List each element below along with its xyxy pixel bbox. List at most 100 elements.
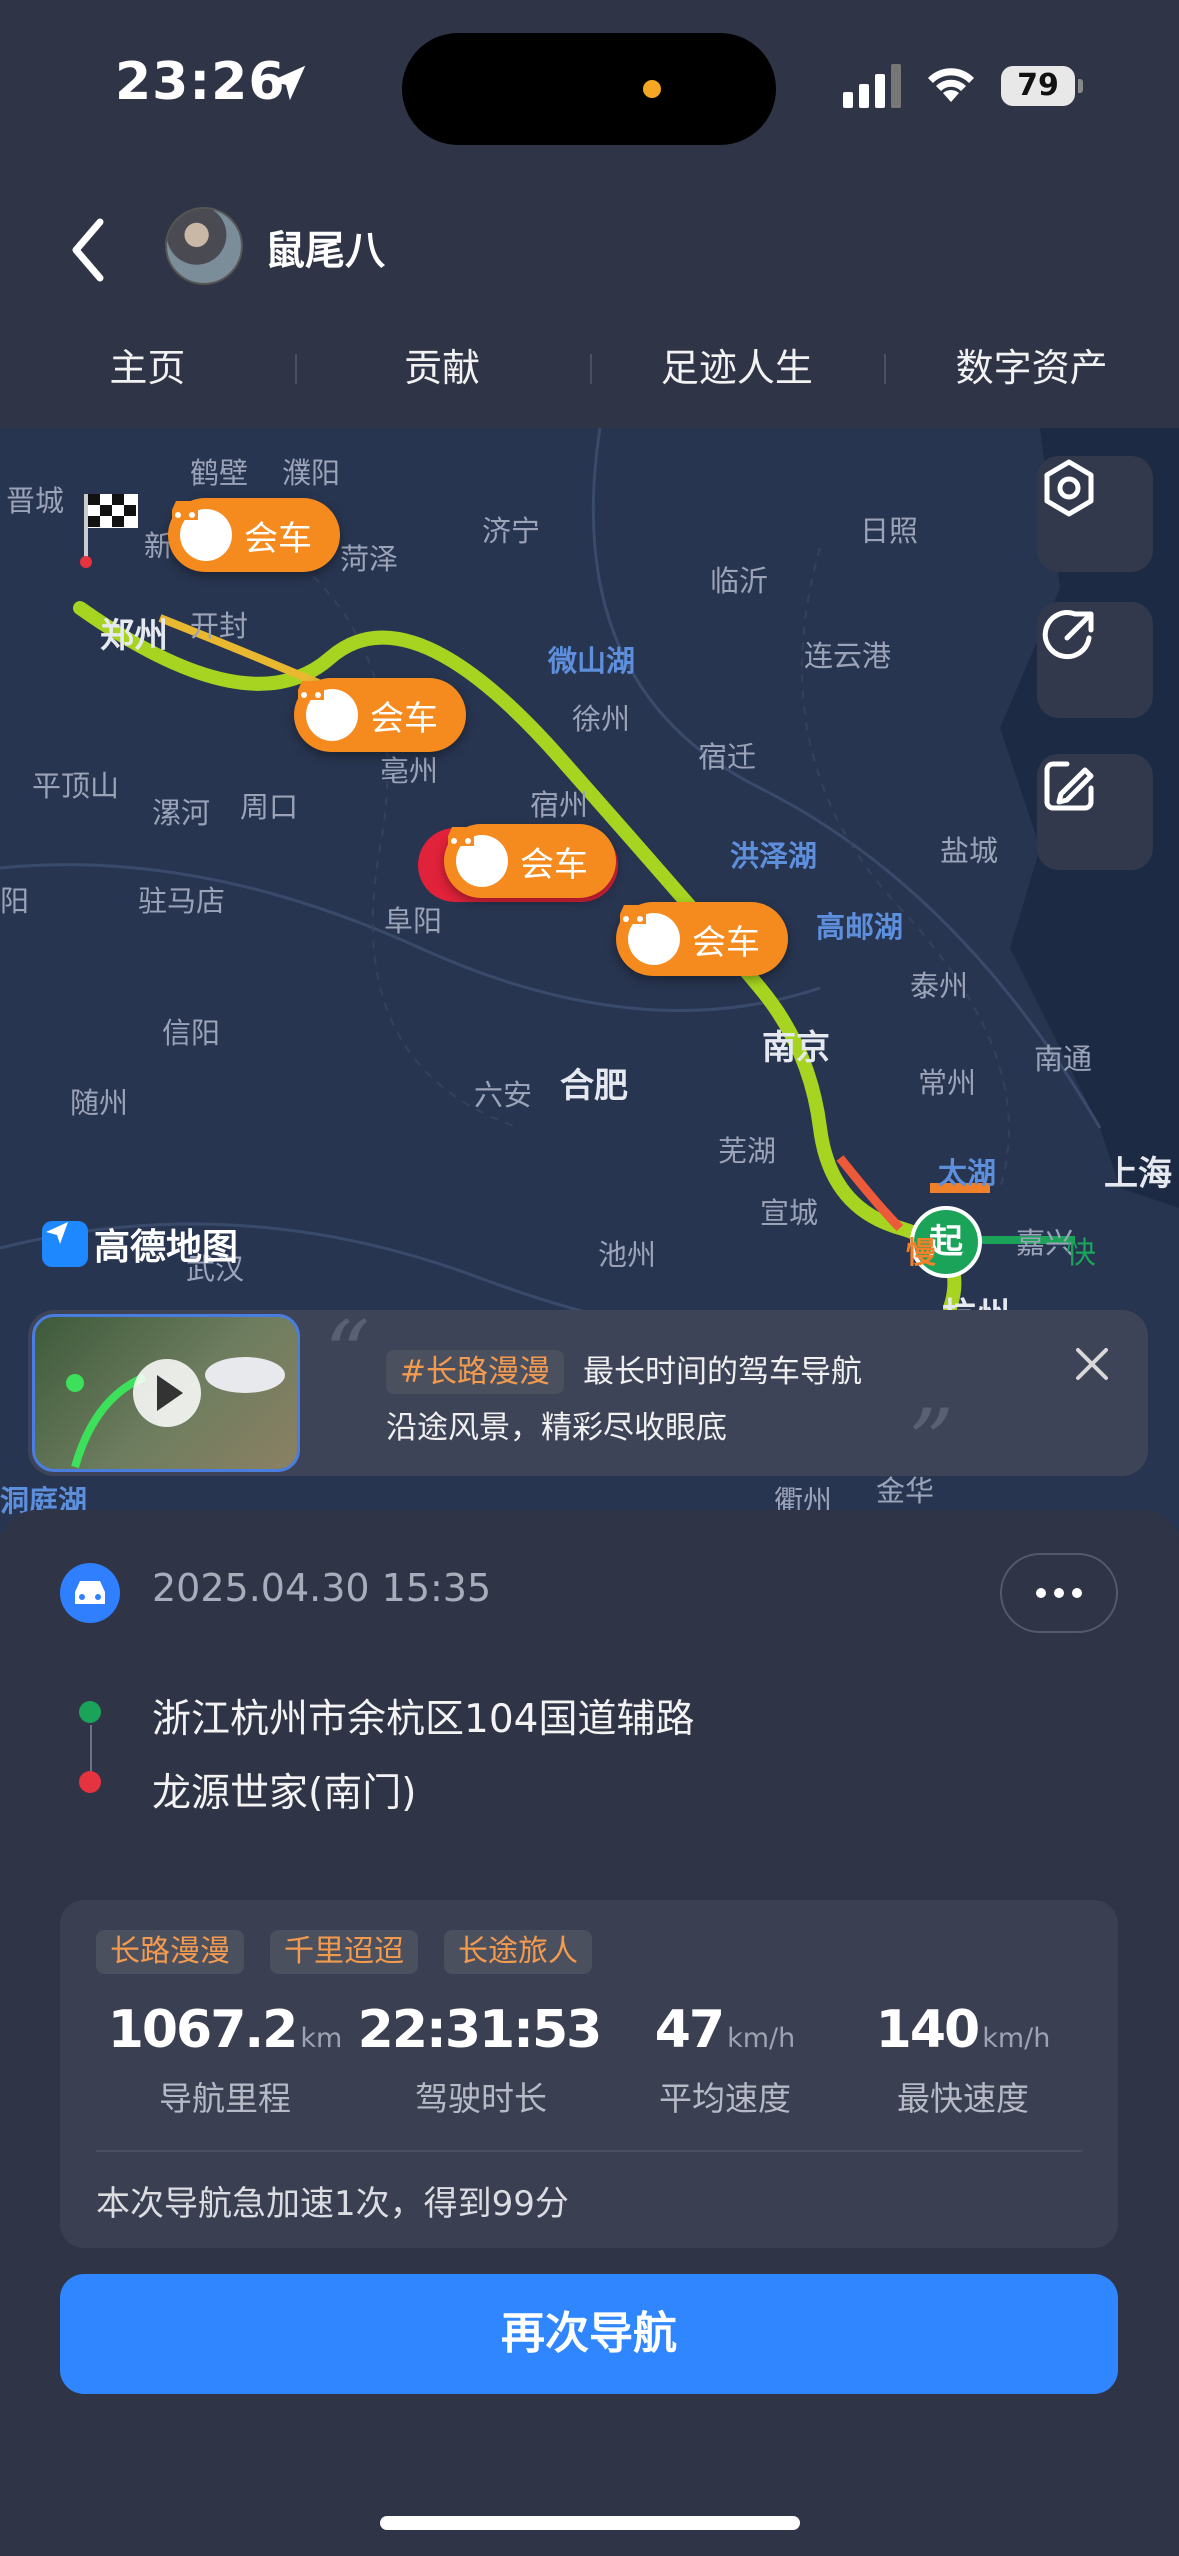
map-settings-button[interactable]: [1037, 456, 1153, 572]
tab-footprint[interactable]: 足迹人生: [589, 330, 885, 430]
avatar[interactable]: [165, 207, 243, 285]
promo-video-thumbnail[interactable]: [32, 1314, 300, 1472]
amap-arrow-icon: [42, 1221, 88, 1267]
play-video-icon: [66, 1357, 285, 1469]
status-bar: 23:26 79: [0, 0, 1179, 160]
close-icon[interactable]: [1066, 1338, 1118, 1390]
city-label: 济宁: [482, 514, 541, 548]
tab-bar: 主页 贡献 足迹人生 数字资产: [0, 330, 1179, 430]
lake-label: 太湖: [938, 1156, 997, 1190]
stat-max-speed: 140 km/h 最快速度: [838, 2000, 1088, 2120]
stat-label: 平均速度: [659, 2079, 791, 2118]
city-label: 随州: [70, 1086, 129, 1120]
promo-banner[interactable]: “ ” #长路漫漫 最长时间的驾车导航 沿途风景，精彩尽收眼底: [28, 1302, 1148, 1495]
more-dot: [1072, 1588, 1082, 1598]
city-label: 阜阳: [384, 904, 443, 938]
city-label: 上海: [1104, 1154, 1172, 1194]
route-connector: [90, 1725, 92, 1775]
promo-title: 最长时间的驾车导航: [583, 1354, 862, 1390]
stat-unit: km/h: [982, 2023, 1051, 2054]
status-time: 23:26: [115, 52, 286, 112]
stat-duration: 22:31:53 驾驶时长: [356, 2000, 606, 2120]
divider: [96, 2150, 1082, 2152]
city-label: 宿迁: [698, 740, 757, 774]
tab-digital-assets[interactable]: 数字资产: [884, 330, 1179, 430]
username: 鼠尾八: [265, 228, 385, 274]
quote-open-icon: “: [324, 1302, 371, 1407]
tab-home[interactable]: 主页: [0, 330, 295, 430]
city-label: 临沂: [710, 564, 769, 598]
driving-score-note: 本次导航急加速1次，得到99分: [96, 2184, 569, 2224]
location-arrow-icon: [270, 65, 306, 101]
finish-flag-icon: [80, 494, 138, 568]
meet-label: 会车: [520, 844, 588, 885]
stat-distance: 1067.2 km 导航里程: [100, 2000, 350, 2120]
stat-unit: km: [300, 2023, 343, 2054]
city-label: 周口: [240, 790, 299, 824]
city-label: 南京: [762, 1028, 830, 1068]
more-dot: [1054, 1588, 1064, 1598]
car-icon: [60, 1563, 120, 1623]
city-label: 盐城: [940, 834, 999, 868]
trip-datetime: 2025.04.30 15:35: [152, 1566, 492, 1610]
meet-label: 会车: [244, 518, 312, 559]
start-dot: [79, 1701, 101, 1723]
stat-value: 1067.2: [107, 2000, 299, 2060]
city-label: 常州: [918, 1066, 977, 1100]
fast-label: 快: [1066, 1236, 1096, 1271]
amap-brand-text: 高德地图: [94, 1227, 239, 1268]
edit-button[interactable]: [1037, 754, 1153, 870]
recording-dot: [643, 80, 661, 98]
city-label: 亳州: [380, 754, 439, 788]
meet-marker[interactable]: 会车: [616, 902, 788, 976]
hexagon-settings-icon: [1044, 459, 1094, 517]
more-dot: [1036, 1588, 1046, 1598]
back-icon[interactable]: [62, 210, 118, 290]
stat-label: 最快速度: [897, 2079, 1029, 2118]
quote-close-icon: ”: [908, 1390, 955, 1495]
promo-tag: #长路漫漫: [386, 1350, 564, 1394]
lake-label: 微山湖: [548, 644, 636, 678]
meet-marker[interactable]: 会车: [168, 498, 340, 572]
dynamic-island: [402, 33, 776, 145]
city-label: 宣城: [760, 1196, 819, 1230]
edit-icon: [1044, 761, 1094, 811]
trip-stats-panel: 长路漫漫 千里迢迢 长途旅人 1067.2 km 导航里程 22:31:53 驾驶…: [60, 1900, 1118, 2248]
lake-label: 洪泽湖: [730, 839, 818, 873]
home-indicator[interactable]: [380, 2516, 800, 2530]
meet-label: 会车: [370, 698, 438, 739]
stat-value: 140: [875, 2000, 981, 2060]
profile-header: 鼠尾八: [0, 160, 1179, 330]
city-label: 信阳: [162, 1016, 221, 1050]
meet-marker[interactable]: 会车: [294, 678, 466, 752]
share-icon: [1042, 610, 1094, 660]
city-label: 连云港: [804, 639, 892, 673]
city-label: 六安: [474, 1078, 533, 1112]
screen: 23:26 79 鼠尾八 主页 贡献 足迹人生 数字资产 晋城 鹤壁 濮阳 新 …: [0, 0, 1179, 2556]
navigate-again-button[interactable]: 再次导航: [60, 2274, 1118, 2394]
city-label: 郑州: [100, 616, 168, 656]
city-label: 开封: [190, 609, 249, 643]
stat-value: 47: [654, 2000, 725, 2060]
car-icon: [448, 827, 508, 887]
start-address: 浙江杭州市余杭区104国道辅路: [152, 1697, 695, 1742]
tab-contribution[interactable]: 贡献: [294, 330, 590, 430]
city-label: 徐州: [572, 702, 631, 736]
city-label: 南通: [1034, 1042, 1093, 1076]
share-button[interactable]: [1037, 602, 1153, 718]
city-label: 驻马店: [138, 884, 226, 918]
more-options-button[interactable]: [1000, 1553, 1118, 1633]
end-dot: [79, 1771, 101, 1793]
slow-label: 慢: [906, 1236, 936, 1271]
meet-marker[interactable]: 会车: [444, 824, 616, 898]
car-icon: [298, 681, 358, 741]
city-label: 阳: [0, 884, 30, 918]
stat-value: 22:31:53: [357, 2000, 603, 2060]
stat-avg-speed: 47 km/h 平均速度: [600, 2000, 850, 2120]
city-label: 濮阳: [282, 456, 341, 490]
achievement-badge: 长途旅人: [444, 1930, 592, 1974]
city-label: 菏泽: [340, 542, 399, 576]
wifi-icon: [928, 68, 974, 102]
city-label: 芜湖: [718, 1134, 777, 1168]
promo-subtitle: 沿途风景，精彩尽收眼底: [386, 1410, 727, 1446]
